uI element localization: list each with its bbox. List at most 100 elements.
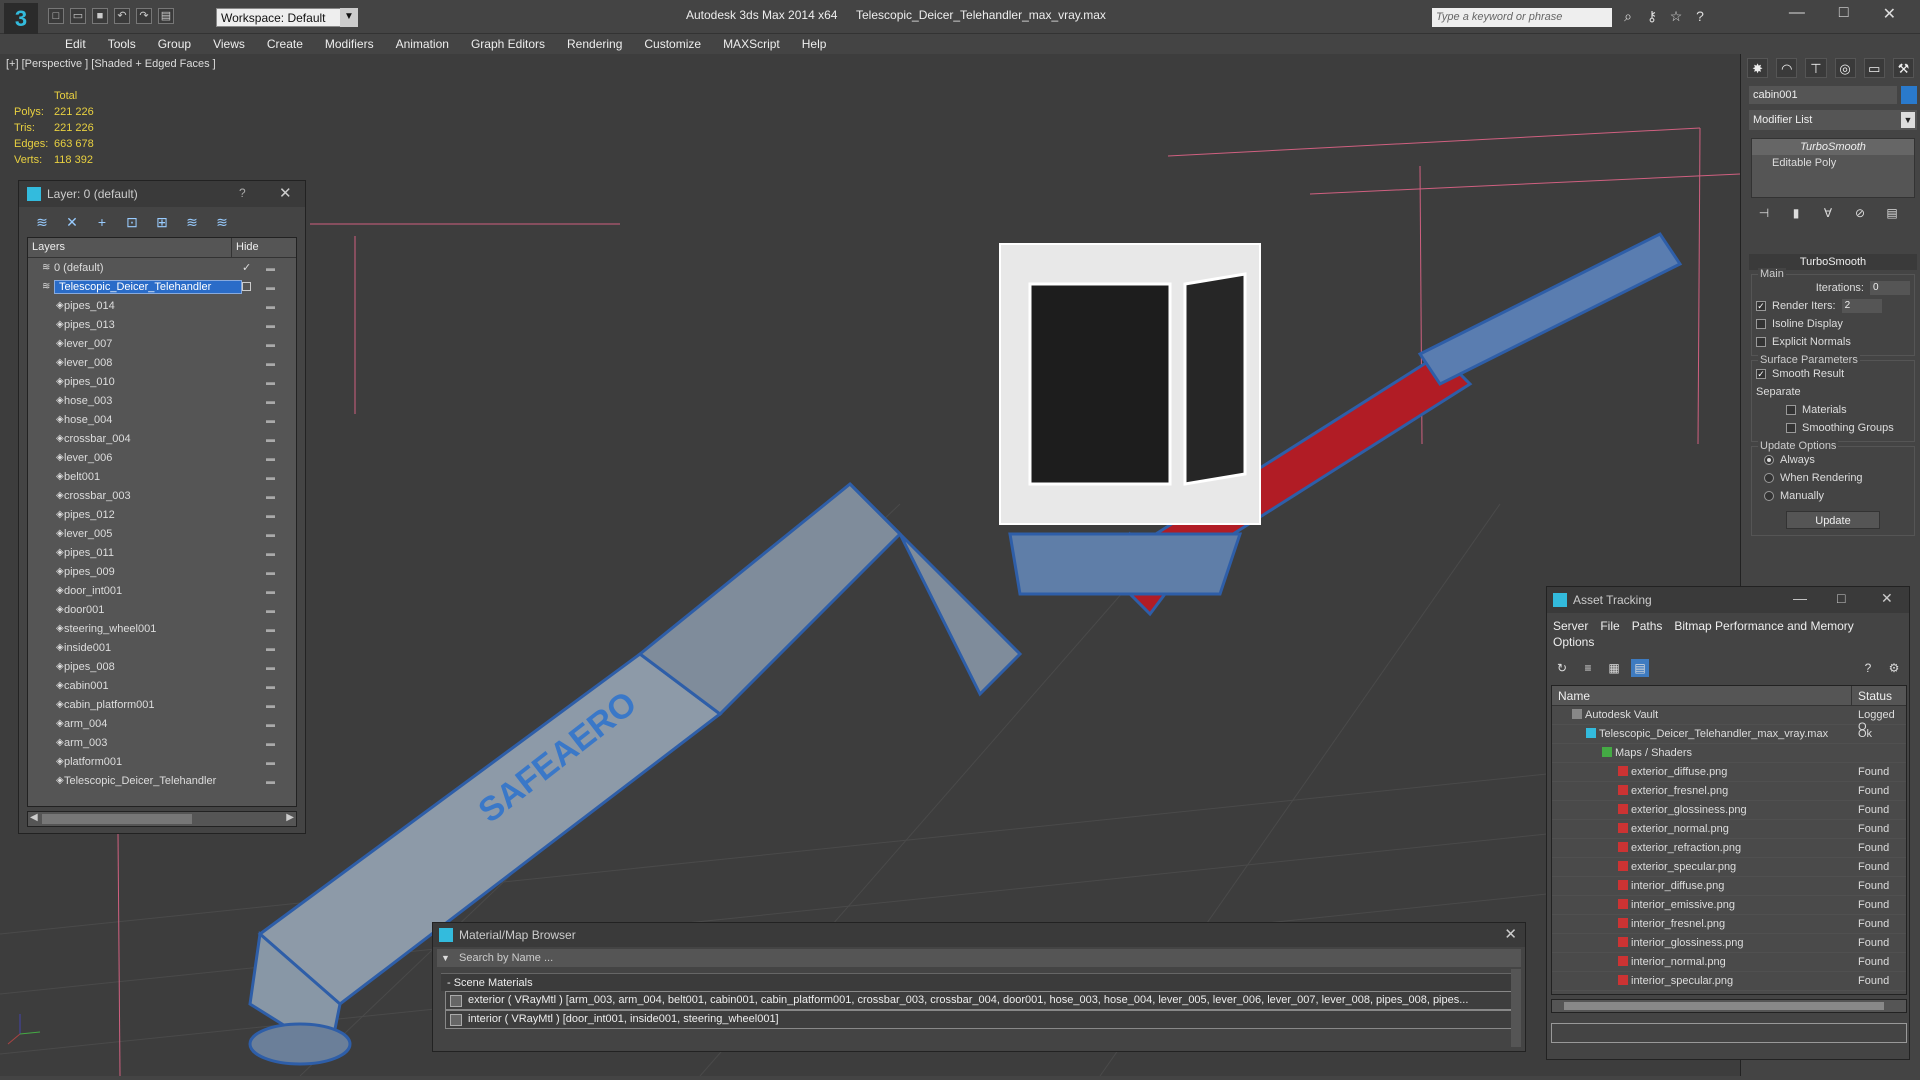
scene-materials-section[interactable]: - Scene Materials [441,973,1517,991]
scroll-right-icon[interactable]: ▶ [286,812,294,823]
layer-row[interactable]: ◈ inside001 ▬ [28,638,296,657]
when-rendering-radio[interactable] [1764,473,1774,483]
hide-toggle-icon[interactable]: ▬ [266,700,275,710]
asset-row[interactable]: interior_normal.png Found [1552,953,1906,972]
help-icon[interactable]: ? [1692,8,1708,24]
close-icon[interactable]: ✕ [279,184,292,202]
layer-row[interactable]: ◈ hose_004 ▬ [28,410,296,429]
layer-row[interactable]: ◈ pipes_009 ▬ [28,562,296,581]
asset-row[interactable]: exterior_specular.png Found [1552,858,1906,877]
menu-options[interactable]: Options [1553,635,1594,649]
material-search-input[interactable]: ▼ Search by Name ... [437,949,1521,967]
hide-toggle-icon[interactable]: ▬ [266,434,275,444]
menu-group[interactable]: Group [147,34,202,54]
menu-create[interactable]: Create [256,34,314,54]
search-input[interactable]: Type a keyword or phrase [1432,8,1612,27]
list-view-icon[interactable]: ≡ [1579,659,1597,677]
iterations-spinner[interactable]: 0 [1870,281,1910,295]
layer-row[interactable]: ◈ arm_003 ▬ [28,733,296,752]
hide-toggle-icon[interactable]: ▬ [266,776,275,786]
menu-edit[interactable]: Edit [54,34,97,54]
maximize-icon[interactable]: □ [1837,590,1845,606]
hide-toggle-icon[interactable]: ▬ [266,738,275,748]
menu-rendering[interactable]: Rendering [556,34,633,54]
freeze-all-layers-icon[interactable]: ≋ [213,213,231,231]
vertical-scrollbar[interactable] [1511,969,1521,1047]
scroll-thumb[interactable] [1564,1002,1884,1010]
add-to-layer-icon[interactable]: + [93,213,111,231]
layer-row[interactable]: ◈ pipes_010 ▬ [28,372,296,391]
project-folder-icon[interactable]: ▤ [158,8,174,24]
layer-row[interactable]: ◈ arm_004 ▬ [28,714,296,733]
maximize-icon[interactable]: □ [1839,4,1849,24]
key-icon[interactable]: ⚷ [1644,8,1660,24]
menu-views[interactable]: Views [202,34,256,54]
hide-toggle-icon[interactable]: ▬ [266,624,275,634]
manually-radio[interactable] [1764,491,1774,501]
hide-toggle-icon[interactable]: ▬ [266,472,275,482]
object-color-swatch[interactable] [1901,86,1917,104]
layer-row[interactable]: ◈ lever_006 ▬ [28,448,296,467]
minimize-icon[interactable]: — [1789,4,1805,24]
material-item-interior[interactable]: interior ( VRayMtl ) [door_int001, insid… [445,1010,1513,1029]
layer-row[interactable]: ◈ pipes_008 ▬ [28,657,296,676]
chevron-down-icon[interactable]: ▼ [1901,112,1915,128]
menu-graph-editors[interactable]: Graph Editors [460,34,556,54]
help-button[interactable]: ? [239,186,246,200]
always-radio[interactable] [1764,455,1774,465]
stack-item-editable-poly[interactable]: Editable Poly [1752,155,1914,171]
hide-toggle-icon[interactable]: ▬ [266,263,275,273]
hide-toggle-icon[interactable]: ▬ [266,396,275,406]
menu-file[interactable]: File [1600,619,1619,633]
modifier-stack[interactable]: TurboSmooth Editable Poly [1751,138,1915,198]
explicit-normals-checkbox[interactable] [1756,337,1766,347]
table-view-icon[interactable]: ▤ [1631,659,1649,677]
hide-toggle-icon[interactable]: ▬ [266,282,275,292]
layer-row[interactable]: ◈ door_int001 ▬ [28,581,296,600]
menu-maxscript[interactable]: MAXScript [712,34,791,54]
layer-row[interactable]: ◈ pipes_014 ▬ [28,296,296,315]
utilities-tab-icon[interactable]: ⚒ [1892,58,1915,78]
layer-row[interactable]: ◈ hose_003 ▬ [28,391,296,410]
asset-row[interactable]: interior_diffuse.png Found [1552,877,1906,896]
minimize-icon[interactable]: — [1793,590,1807,606]
hide-all-layers-icon[interactable]: ≋ [183,213,201,231]
smooth-result-checkbox[interactable]: ✓ [1756,369,1766,379]
hide-toggle-icon[interactable]: ▬ [266,510,275,520]
asset-row[interactable]: exterior_fresnel.png Found [1552,782,1906,801]
pin-stack-icon[interactable]: ⊣ [1755,206,1773,224]
asset-row[interactable]: interior_emissive.png Found [1552,896,1906,915]
menu-animation[interactable]: Animation [385,34,460,54]
layer-row[interactable]: ◈ cabin_platform001 ▬ [28,695,296,714]
modifier-list-dropdown[interactable]: Modifier List ▼ [1749,110,1917,130]
materials-checkbox[interactable] [1786,405,1796,415]
layer-row[interactable]: ≋ 0 (default) ✓ ▬ [28,258,296,277]
asset-row[interactable]: Autodesk Vault Logged O [1552,706,1906,733]
horizontal-scrollbar[interactable]: ◀ ▶ [27,811,297,827]
layer-list[interactable]: Layers Hide ≋ 0 (default) ✓ ▬ ≋ Telescopic_De… [27,237,297,807]
hide-toggle-icon[interactable]: ▬ [266,757,275,767]
menu-customize[interactable]: Customize [633,34,712,54]
asset-table[interactable]: Name Status Autodesk Vault Logged O Telesc… [1551,685,1907,995]
hide-toggle-icon[interactable]: ▬ [266,377,275,387]
asset-row[interactable]: exterior_diffuse.png Found [1552,763,1906,782]
asset-row[interactable]: interior_glossiness.png Found [1552,934,1906,953]
current-layer-check-icon[interactable]: ✓ [242,261,251,274]
layer-row[interactable]: ◈ pipes_012 ▬ [28,505,296,524]
star-icon[interactable]: ☆ [1668,8,1684,24]
hide-toggle-icon[interactable]: ▬ [266,605,275,615]
hide-toggle-icon[interactable]: ▬ [266,415,275,425]
create-layer-icon[interactable]: ≋ [33,213,51,231]
viewport-label[interactable]: [+] [Perspective ] [Shaded + Edged Faces… [6,58,216,70]
layer-row[interactable]: ◈ cabin001 ▬ [28,676,296,695]
redo-icon[interactable]: ↷ [136,8,152,24]
scroll-thumb[interactable] [42,814,192,824]
hide-toggle-icon[interactable]: ▬ [266,548,275,558]
show-end-result-icon[interactable]: ▮ [1787,206,1805,224]
layer-window-titlebar[interactable]: Layer: 0 (default) ? ✕ [19,181,305,207]
material-browser-titlebar[interactable]: Material/Map Browser ✕ [433,923,1525,947]
column-name[interactable]: Name [1552,686,1852,705]
create-tab-icon[interactable]: ✸ [1747,58,1769,78]
close-icon[interactable]: ✕ [1881,590,1893,607]
remove-modifier-icon[interactable]: ⊘ [1851,206,1869,224]
